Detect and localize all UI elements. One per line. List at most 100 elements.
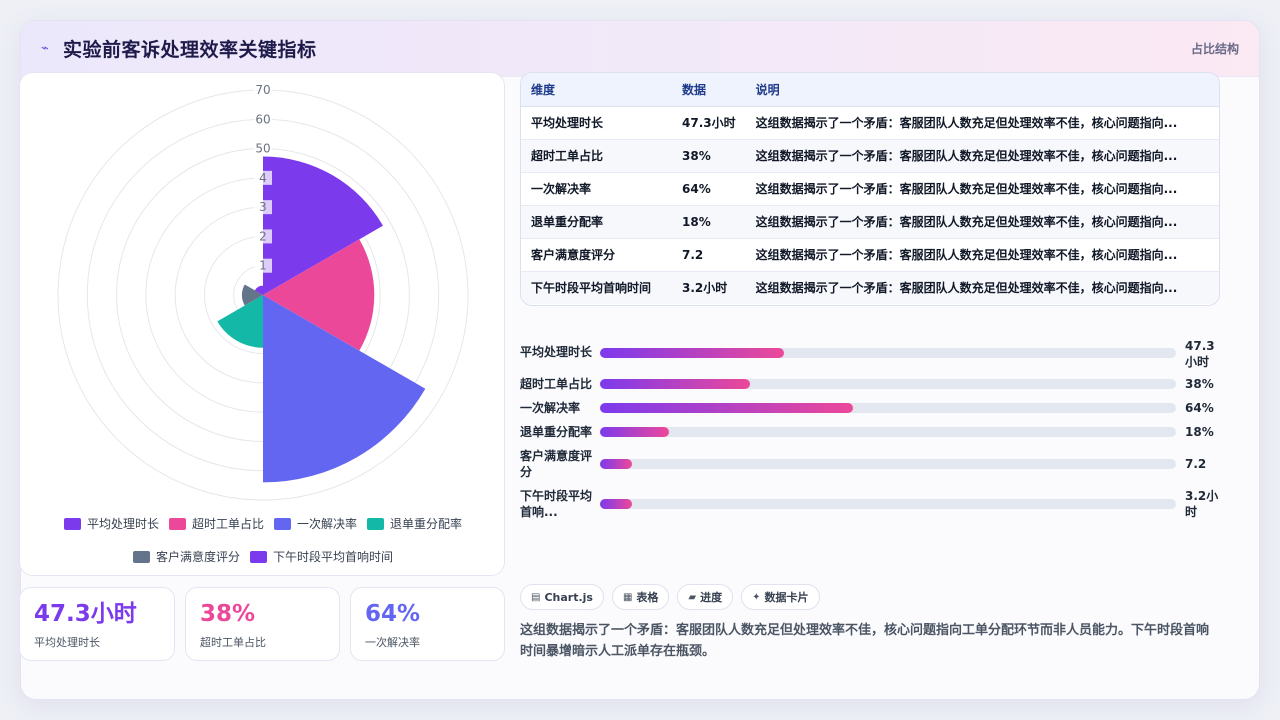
kpi-card-overtime: 38% 超时工单占比 [185,587,340,661]
legend-swatch [250,550,267,563]
chip-label: 进度 [700,591,723,604]
tech-chips: ▤ Chart.js ▦ 表格 ▰ 进度 ✦ 数据卡片 [520,584,820,610]
table-cell-val: 38% [672,139,746,173]
table-row: 超时工单占比 38% 这组数据揭示了一个矛盾：客服团队人数充足但处理效率不佳，核… [521,139,1219,173]
table-cell-dim: 客户满意度评分 [521,238,672,272]
table-cell-desc: 这组数据揭示了一个矛盾：客服团队人数充足但处理效率不佳，核心问题指向... [745,139,1219,173]
progress-track [600,403,1176,413]
legend-item[interactable]: 超时工单占比 [168,515,264,532]
progress-value: 7.2 [1185,457,1207,471]
table-row: 下午时段平均首响时间 3.2小时 这组数据揭示了一个矛盾：客服团队人数充足但处理… [521,271,1219,304]
legend-item[interactable]: 退单重分配率 [367,515,462,532]
sparkle-icon: ⌁ [41,41,49,56]
table-cell-val: 47.3小时 [672,106,746,140]
legend-item[interactable]: 一次解决率 [274,515,357,532]
progress-value: 47.3 小时 [1185,339,1215,369]
legend-item[interactable]: 客户满意度评分 [132,548,240,565]
table-cell-val: 18% [672,205,746,239]
tick-label: 60 [255,112,270,126]
kpi-value: 64% [365,601,421,627]
progress-label: 超时工单占比 [520,377,593,391]
table-cell-desc: 这组数据揭示了一个矛盾：客服团队人数充足但处理效率不佳，核心问题指向... [745,106,1219,140]
page-title: 实验前客诉处理效率关键指标 [63,39,317,61]
table-row: 一次解决率 64% 这组数据揭示了一个矛盾：客服团队人数充足但处理效率不佳，核心… [521,172,1219,206]
legend-label: 平均处理时长 [86,517,159,531]
chip-data-card[interactable]: ✦ 数据卡片 [741,584,820,610]
tick-label: 1 [259,259,267,273]
progress-track [600,459,1176,469]
chart-icon: ▤ [531,591,541,603]
kpi-label: 超时工单占比 [200,636,266,649]
table-cell-desc: 这组数据揭示了一个矛盾：客服团队人数充足但处理效率不佳，核心问题指向... [745,172,1219,206]
header-tag-structure[interactable]: 占比结构 [1191,40,1239,57]
tick-label: 70 [255,83,270,97]
chart-legend: 平均处理时长 超时工单占比 一次解决率 退单重分配率客户满意度评分 下午时段平均首响时间 [20,515,506,565]
chip-progress[interactable]: ▰ 进度 [677,584,734,610]
table-cell-desc: 这组数据揭示了一个矛盾：客服团队人数充足但处理效率不佳，核心问题指向... [745,205,1219,239]
kpi-value: 38% [200,601,256,627]
progress-label: 退单重分配率 [520,425,593,439]
kpi-label: 一次解决率 [365,636,420,649]
table-header-desc: 说明 [745,73,1219,107]
chip-chartjs[interactable]: ▤ Chart.js [520,584,604,610]
table-cell-dim: 超时工单占比 [521,139,672,173]
polar-area-chart: 1 2 3 4 50 60 70 [57,83,469,501]
legend-label: 一次解决率 [297,517,358,531]
table-header-row: 维度 数据 说明 [521,73,1219,107]
table-icon: ▦ [622,591,633,603]
chip-table[interactable]: ▦ 表格 [611,584,670,610]
legend-swatch [63,517,81,530]
metrics-table: 维度 数据 说明 平均处理时长 47.3小时 这组数据揭示了一个矛盾：客服团队人… [520,72,1220,306]
sparkle-icon: ✦ [752,591,761,603]
legend-label: 下午时段平均首响时间 [273,550,394,564]
progress-track [600,427,1176,437]
legend-item[interactable]: 平均处理时长 [63,515,159,532]
table-cell-val: 64% [672,172,746,206]
table-row: 平均处理时长 47.3小时 这组数据揭示了一个矛盾：客服团队人数充足但处理效率不… [521,106,1219,140]
progress-fill [600,499,632,509]
progress-label: 平均处理时长 [520,345,593,359]
tick-label: 50 [255,142,270,156]
progress-value: 38% [1185,377,1214,391]
progress-fill [600,427,670,437]
kpi-value: 47.3小时 [34,601,137,627]
header-title-group: ⌁ 实验前客诉处理效率关键指标 [41,35,317,62]
progress-value: 18% [1185,425,1214,439]
table-cell-dim: 一次解决率 [521,172,672,206]
progress-value: 64% [1185,401,1214,415]
progress-track [600,379,1176,389]
table-cell-dim: 下午时段平均首响时间 [521,271,672,304]
kpi-card-first-resolve: 64% 一次解决率 [350,587,505,661]
table-header-dim: 维度 [521,73,672,107]
progress-fill [600,348,785,358]
tick-label: 2 [259,229,267,243]
kpi-card-avg-time: 47.3小时 平均处理时长 [19,587,175,661]
polar-slice-4[interactable] [217,295,263,348]
table-cell-val: 3.2小时 [672,271,746,304]
legend-label: 退单重分配率 [390,517,463,531]
progress-label: 下午时段平均 首响... [520,489,593,519]
kpi-cards: 47.3小时 平均处理时长 38% 超时工单占比 64% 一次解决率 [19,587,505,661]
table-row: 客户满意度评分 7.2 这组数据揭示了一个矛盾：客服团队人数充足但处理效率不佳，… [521,238,1219,272]
table-cell-val: 7.2 [672,238,746,272]
progress-label: 一次解决率 [520,401,581,415]
legend-item[interactable]: 下午时段平均首响时间 [250,548,393,565]
table-header-val: 数据 [672,73,746,107]
table-cell-dim: 平均处理时长 [521,106,672,140]
chip-label: 数据卡片 [764,591,809,604]
header: ⌁ 实验前客诉处理效率关键指标 占比结构 [21,21,1259,77]
summary-text: 这组数据揭示了一个矛盾：客服团队人数充足但处理效率不佳，核心问题指向工单分配环节… [520,623,1210,659]
chip-label: 表格 [636,591,659,604]
progress-fill [600,459,632,469]
progress-value: 3.2小时 [1185,489,1219,519]
progress-track [600,499,1176,509]
legend-label: 客户满意度评分 [155,550,240,564]
table-cell-desc: 这组数据揭示了一个矛盾：客服团队人数充足但处理效率不佳，核心问题指向... [745,238,1219,272]
chip-label: Chart.js [544,590,593,604]
progress-fill [600,403,854,413]
progress-label: 客户满意度评分 [520,449,593,479]
progress-icon: ▰ [688,591,697,603]
table-cell-dim: 退单重分配率 [521,205,672,239]
tick-label: 3 [259,200,267,214]
polar-chart-panel: 1 2 3 4 50 60 70 平均处理时长 超时工单占比 一次解决率 退单重分配率 客户满意度评… [19,72,505,576]
